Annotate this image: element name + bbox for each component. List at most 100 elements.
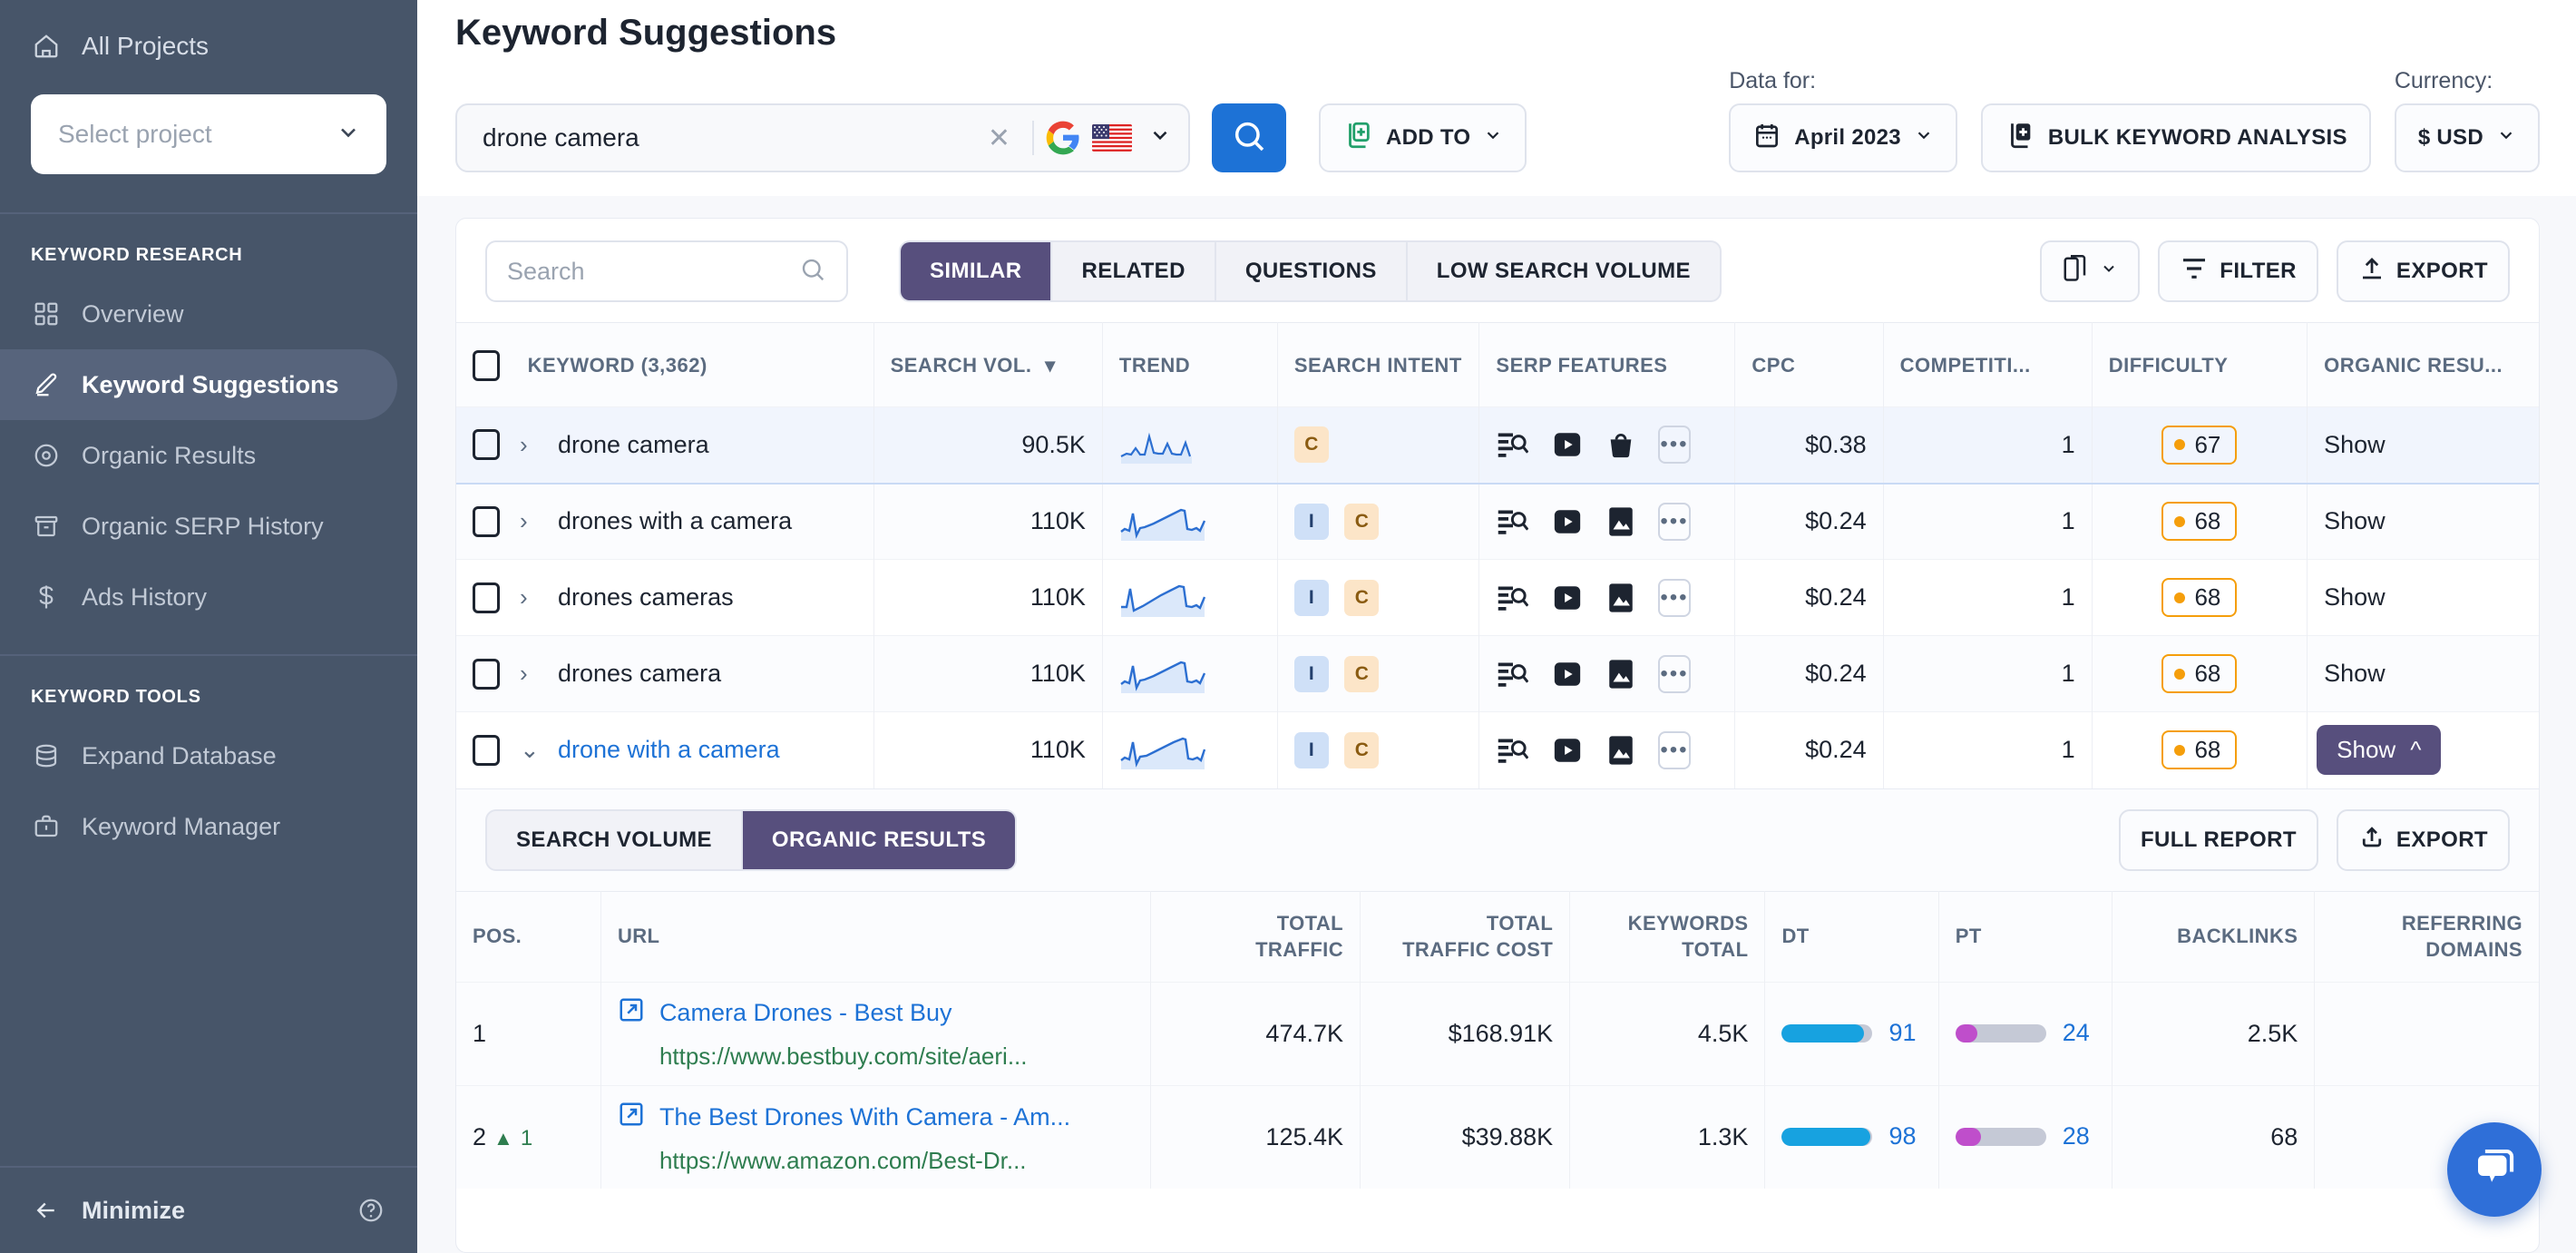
table-row[interactable]: 1 Camera Drones - Best Buy https://www.b… — [456, 981, 2539, 1086]
image-icon[interactable] — [1604, 657, 1638, 691]
more-serp-features-button[interactable]: ••• — [1657, 502, 1691, 541]
shopping-icon[interactable] — [1604, 427, 1638, 462]
cell-url[interactable]: Camera Drones - Best Buy https://www.bes… — [600, 981, 1151, 1086]
cell-keywords-total[interactable]: 4.5K — [1569, 981, 1765, 1086]
col-pos[interactable]: POS. — [456, 891, 601, 983]
show-button-active[interactable]: Show ^ — [2317, 725, 2442, 776]
video-icon[interactable] — [1550, 427, 1585, 462]
select-all-checkbox[interactable] — [473, 350, 500, 381]
row-checkbox[interactable] — [473, 582, 500, 613]
chevron-right-icon[interactable]: › — [520, 660, 538, 688]
chevron-down-icon[interactable]: ⌄ — [520, 736, 540, 764]
table-row[interactable]: › drones camera 110K I C ••• $0.24 1 68 … — [456, 635, 2539, 712]
col-total-traffic-cost[interactable]: TOTAL TRAFFIC COST — [1359, 891, 1570, 983]
sidebar-item-keyword-suggestions[interactable]: Keyword Suggestions — [0, 349, 397, 420]
tab-search-volume[interactable]: SEARCH VOLUME — [487, 810, 743, 869]
col-dt[interactable]: DT — [1764, 891, 1939, 983]
more-serp-features-button[interactable]: ••• — [1657, 654, 1691, 693]
cell-keyword[interactable]: › drone camera — [456, 406, 874, 484]
show-link[interactable]: Show — [2324, 660, 2386, 687]
col-url[interactable]: URL — [600, 891, 1151, 983]
sidebar-item-keyword-manager[interactable]: Keyword Manager — [0, 791, 397, 862]
table-row[interactable]: › drone camera 90.5K C ••• $0.38 1 67 Sh… — [456, 406, 2539, 484]
table-row[interactable]: › drones with a camera 110K I C ••• $0.2… — [456, 483, 2539, 560]
sub-export-button[interactable]: EXPORT — [2336, 808, 2510, 871]
help-icon[interactable] — [356, 1195, 386, 1226]
currency-select[interactable]: $ USD — [2394, 103, 2540, 172]
row-checkbox[interactable] — [473, 505, 500, 537]
project-select[interactable]: Select project — [31, 94, 386, 174]
col-referring-domains[interactable]: REFERRING DOMAINS — [2314, 891, 2539, 983]
tab-organic-results[interactable]: ORGANIC RESULTS — [742, 810, 1016, 869]
col-trend[interactable]: TREND — [1101, 322, 1278, 407]
col-cpc[interactable]: CPC — [1734, 322, 1884, 407]
filter-button[interactable]: FILTER — [2158, 240, 2318, 302]
snippet-icon[interactable] — [1496, 657, 1530, 691]
cell-keywords-total[interactable]: 1.3K — [1569, 1084, 1765, 1189]
minimize-button[interactable]: Minimize — [31, 1195, 185, 1226]
image-icon[interactable] — [1604, 733, 1638, 768]
cell-organic-results[interactable]: Show ^ — [2307, 711, 2539, 788]
snippet-icon[interactable] — [1496, 504, 1530, 539]
table-row[interactable]: ⌄ drone with a camera 110K I C ••• $0.24… — [456, 711, 2539, 788]
chevron-down-icon[interactable] — [1148, 123, 1172, 152]
cell-referring-domains[interactable] — [2314, 981, 2539, 1086]
col-backlinks[interactable]: BACKLINKS — [2112, 891, 2315, 983]
tab-questions[interactable]: QUESTIONS — [1216, 242, 1408, 300]
cell-keyword[interactable]: › drones with a camera — [456, 483, 874, 560]
video-icon[interactable] — [1550, 657, 1585, 691]
col-search-intent[interactable]: SEARCH INTENT — [1276, 322, 1479, 407]
table-search-input[interactable]: Search — [485, 240, 848, 302]
row-checkbox[interactable] — [473, 429, 500, 461]
sidebar-item-organic-results[interactable]: Organic Results — [0, 420, 397, 491]
show-link[interactable]: Show — [2324, 583, 2386, 611]
clear-icon[interactable]: ✕ — [977, 122, 1021, 154]
row-checkbox[interactable] — [473, 734, 500, 766]
cell-url[interactable]: The Best Drones With Camera - Am... http… — [600, 1084, 1151, 1189]
chat-button[interactable] — [2447, 1122, 2542, 1217]
result-title-link[interactable]: Camera Drones - Best Buy — [618, 996, 1134, 1030]
bulk-keyword-analysis-button[interactable]: BULK KEYWORD ANALYSIS — [1980, 103, 2371, 172]
tab-low-search-volume[interactable]: LOW SEARCH VOLUME — [1408, 242, 1720, 300]
cell-organic-results[interactable]: Show — [2307, 635, 2539, 712]
keyword-text[interactable]: drone with a camera — [558, 736, 780, 764]
cell-backlinks[interactable]: 68 — [2112, 1084, 2315, 1189]
cell-organic-results[interactable]: Show — [2307, 406, 2539, 484]
table-row[interactable]: › drones cameras 110K I C ••• $0.24 1 68… — [456, 559, 2539, 636]
export-button[interactable]: EXPORT — [2336, 240, 2510, 302]
add-to-button[interactable]: ADD TO — [1319, 103, 1527, 172]
sidebar-item-organic-serp-history[interactable]: Organic SERP History — [0, 491, 397, 562]
snippet-icon[interactable] — [1496, 733, 1530, 768]
all-projects-link[interactable]: All Projects — [31, 31, 386, 62]
cell-organic-results[interactable]: Show — [2307, 559, 2539, 636]
search-button[interactable] — [1212, 103, 1286, 172]
col-pt[interactable]: PT — [1937, 891, 2113, 983]
cell-keyword[interactable]: ⌄ drone with a camera — [456, 711, 874, 788]
keyword-search-input[interactable]: drone camera ✕ — [455, 103, 1190, 172]
more-serp-features-button[interactable]: ••• — [1657, 578, 1691, 617]
show-link[interactable]: Show — [2324, 507, 2386, 534]
col-organic-results[interactable]: ORGANIC RESU... — [2307, 322, 2539, 407]
image-icon[interactable] — [1604, 581, 1638, 615]
more-serp-features-button[interactable]: ••• — [1657, 730, 1691, 769]
tab-similar[interactable]: SIMILAR — [901, 242, 1053, 300]
snippet-icon[interactable] — [1496, 427, 1530, 462]
show-link[interactable]: Show — [2324, 431, 2386, 458]
columns-button[interactable] — [2040, 240, 2141, 302]
cell-keyword[interactable]: › drones camera — [456, 635, 874, 712]
snippet-icon[interactable] — [1496, 581, 1530, 615]
data-for-select[interactable]: April 2023 — [1729, 103, 1957, 172]
tab-related[interactable]: RELATED — [1052, 242, 1216, 300]
chevron-right-icon[interactable]: › — [520, 507, 538, 535]
sidebar-item-ads-history[interactable]: Ads History — [0, 562, 397, 632]
cell-organic-results[interactable]: Show — [2307, 483, 2539, 560]
chevron-right-icon[interactable]: › — [520, 583, 538, 612]
col-keyword[interactable]: KEYWORD (3,362) — [456, 322, 874, 407]
col-competition[interactable]: COMPETITI... — [1882, 322, 2093, 407]
result-title-link[interactable]: The Best Drones With Camera - Am... — [618, 1101, 1134, 1134]
cell-backlinks[interactable]: 2.5K — [2112, 981, 2315, 1086]
image-icon[interactable] — [1604, 504, 1638, 539]
col-total-traffic[interactable]: TOTAL TRAFFIC — [1149, 891, 1361, 983]
col-difficulty[interactable]: DIFFICULTY — [2091, 322, 2308, 407]
full-report-button[interactable]: FULL REPORT — [2118, 808, 2318, 871]
